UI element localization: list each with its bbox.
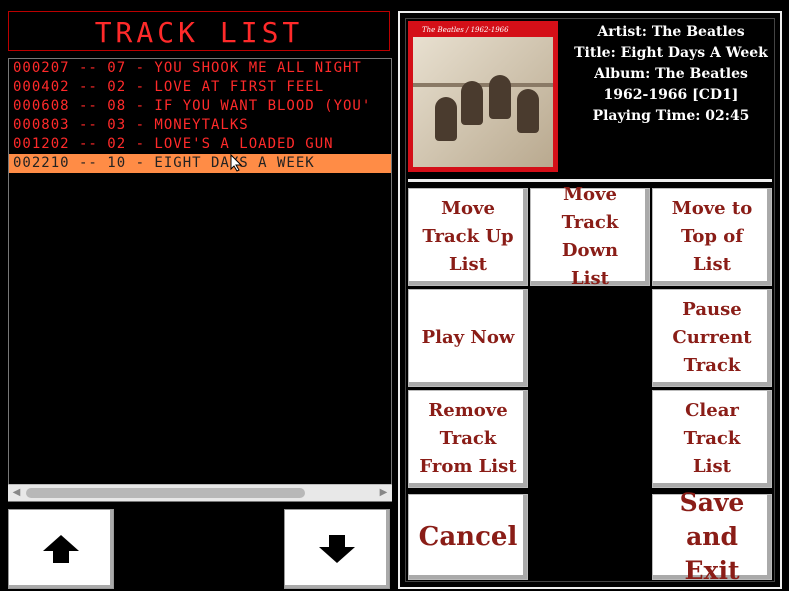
move-track-up-button[interactable]: Move Track Up List — [408, 188, 528, 286]
play-now-button[interactable]: Play Now — [408, 289, 528, 387]
track-row[interactable]: 000803 -- 03 - MONEYTALKS — [9, 116, 391, 135]
horizontal-scrollbar[interactable]: ◀ ▶ — [8, 484, 392, 501]
cancel-button[interactable]: Cancel — [408, 494, 528, 580]
scroll-down-button[interactable] — [284, 509, 390, 589]
album-photo — [413, 37, 553, 167]
mouse-cursor-icon — [230, 154, 242, 172]
album-text-2: 1962-1966 [CD1] — [603, 87, 739, 103]
track-row[interactable]: 000402 -- 02 - LOVE AT FIRST FEEL — [9, 78, 391, 97]
move-track-down-button[interactable]: Move Track Down List — [530, 184, 650, 289]
track-list[interactable]: 000207 -- 07 - YOU SHOOK ME ALL NIGHT 00… — [8, 58, 392, 502]
cancel-label: Cancel — [418, 522, 518, 552]
scrollbar-thumb[interactable] — [26, 488, 305, 498]
album-text: Album: The Beatles — [594, 66, 748, 82]
title-text: Title: Eight Days A Week — [574, 45, 768, 61]
move-to-top-label: Move to Top of List — [671, 198, 753, 275]
move-to-top-button[interactable]: Move to Top of List — [652, 188, 772, 286]
album-art-caption: The Beatles / 1962-1966 — [422, 26, 509, 34]
track-row-selected[interactable]: 002210 -- 10 - EIGHT DAYS A WEEK — [9, 154, 391, 173]
move-track-up-label: Move Track Up List — [422, 198, 514, 275]
remove-track-button[interactable]: Remove Track From List — [408, 390, 528, 488]
move-track-down-label: Move Track Down List — [561, 184, 619, 289]
track-row[interactable]: 001202 -- 02 - LOVE'S A LOADED GUN — [9, 135, 391, 154]
now-playing-info: Artist: The Beatles Title: Eight Days A … — [560, 22, 782, 127]
scroll-left-icon[interactable]: ◀ — [8, 485, 25, 501]
pause-track-label: Pause Current Track — [672, 299, 752, 376]
track-row[interactable]: 000207 -- 07 - YOU SHOOK ME ALL NIGHT — [9, 59, 391, 78]
album-art: The Beatles / 1962-1966 — [408, 21, 558, 172]
clear-list-label: Clear Track List — [683, 400, 741, 477]
scroll-right-icon[interactable]: ▶ — [375, 485, 392, 501]
artist-text: Artist: The Beatles — [597, 24, 745, 40]
save-and-exit-button[interactable]: Save and Exit — [652, 488, 772, 585]
arrow-down-icon — [319, 535, 355, 563]
play-now-label: Play Now — [421, 327, 515, 348]
track-row[interactable]: 000608 -- 08 - IF YOU WANT BLOOD (YOU' — [9, 97, 391, 116]
clear-list-button[interactable]: Clear Track List — [652, 390, 772, 488]
scroll-up-button[interactable] — [8, 509, 114, 589]
arrow-up-icon — [43, 535, 79, 563]
remove-track-label: Remove Track From List — [419, 400, 517, 477]
save-and-exit-label: Save and Exit — [679, 488, 745, 585]
track-list-title: TRACK LIST — [94, 16, 304, 49]
playing-time-text: Playing Time: 02:45 — [592, 108, 750, 124]
track-list-header: TRACK LIST — [8, 11, 390, 51]
pause-track-button[interactable]: Pause Current Track — [652, 289, 772, 387]
